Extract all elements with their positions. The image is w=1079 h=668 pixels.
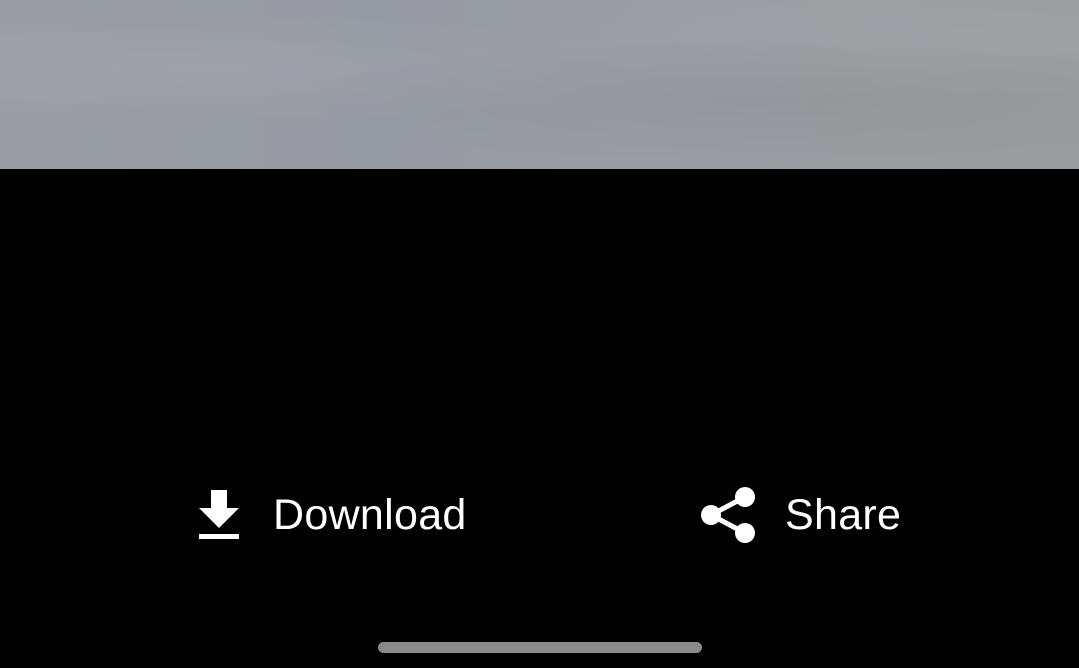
share-button[interactable]: Share bbox=[699, 470, 901, 560]
download-label: Download bbox=[273, 490, 467, 539]
share-icon bbox=[699, 485, 757, 545]
download-icon bbox=[190, 485, 248, 545]
share-label: Share bbox=[785, 490, 902, 539]
image-preview[interactable] bbox=[0, 0, 1079, 169]
image-viewer-screen: Download Share bbox=[0, 0, 1079, 668]
download-button[interactable]: Download bbox=[190, 470, 467, 560]
action-bar: Download Share bbox=[0, 470, 1079, 560]
home-indicator[interactable] bbox=[378, 642, 702, 653]
